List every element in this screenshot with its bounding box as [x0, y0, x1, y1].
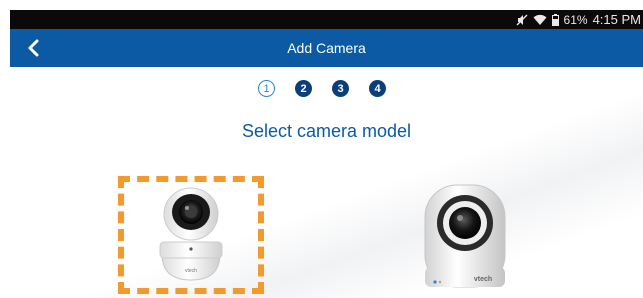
camera-option-fixed[interactable]: vtech	[415, 181, 515, 293]
status-bar: 61% 4:15 PM	[10, 10, 643, 29]
mute-icon	[516, 14, 528, 26]
battery-icon	[551, 13, 559, 26]
svg-text:vtech: vtech	[185, 268, 197, 274]
page-title: Add Camera	[287, 40, 366, 56]
main-content: 1 2 3 4 Select camera model vtech vtech	[10, 67, 643, 298]
step-3: 3	[332, 80, 349, 97]
camera-option-pan-tilt[interactable]: vtech	[118, 176, 264, 294]
step-indicator: 1 2 3 4	[258, 80, 406, 97]
battery-percent: 61%	[563, 12, 588, 27]
step-2: 2	[295, 80, 312, 97]
wifi-icon	[533, 14, 547, 26]
left-border	[0, 0, 10, 298]
app-bar: Add Camera	[10, 29, 643, 67]
clock: 4:15 PM	[592, 12, 641, 27]
pan-tilt-camera-image: vtech	[159, 187, 223, 281]
step-4: 4	[369, 80, 386, 97]
fixed-camera-image: vtech	[424, 184, 506, 288]
step-1: 1	[258, 80, 275, 97]
svg-text:vtech: vtech	[474, 276, 492, 283]
section-heading: Select camera model	[241, 121, 412, 141]
